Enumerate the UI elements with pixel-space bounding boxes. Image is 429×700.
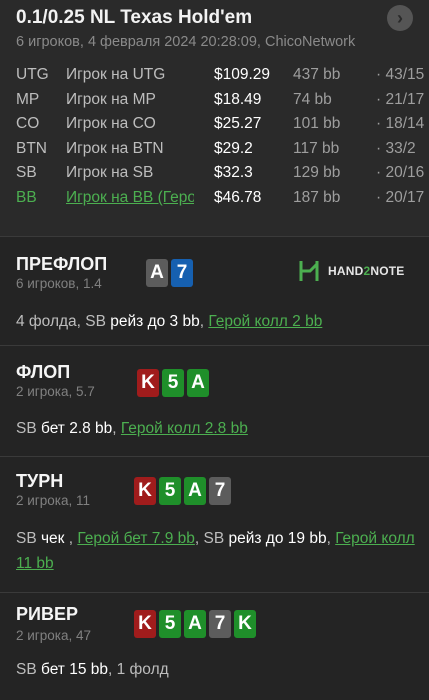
street-title-turn: ТУРН bbox=[16, 471, 64, 491]
hero-action[interactable]: Герой колл 2 bb bbox=[208, 313, 322, 330]
card: A bbox=[187, 369, 209, 397]
action-river: SB бет 15 bb, 1 фолд bbox=[16, 657, 416, 682]
player-row: MP Игрок на MP $18.49 74 bb · 21/17 bbox=[0, 91, 429, 115]
card: 5 bbox=[159, 610, 181, 638]
action-text: SB bbox=[16, 420, 41, 437]
street-sub-turn: 2 игрока, 11 bbox=[16, 493, 90, 508]
cards-flop: K5A bbox=[137, 369, 209, 397]
player-stack-bb: 74 bb bbox=[293, 90, 332, 108]
action-text: , SB bbox=[194, 530, 229, 547]
hero-action[interactable]: Герой колл 2.8 bb bbox=[121, 420, 248, 437]
player-name[interactable]: Игрок на MP bbox=[66, 91, 156, 109]
action-turn: SB чек , Герой бет 7.9 bb, SB рейз до 19… bbox=[16, 526, 416, 576]
action-text: SB bbox=[16, 661, 41, 678]
hand2note-logo: HAND2NOTE bbox=[298, 259, 404, 283]
player-row: CO Игрок на CO $25.27 101 bb · 18/14 bbox=[0, 115, 429, 139]
action-preflop: 4 фолда, SB рейз до 3 bb, Герой колл 2 b… bbox=[16, 309, 416, 334]
opponent-action: рейз до 3 bb bbox=[110, 313, 200, 330]
street-river: РИВЕР 2 игрока, 47 K5A7K SB бет 15 bb, 1… bbox=[0, 593, 429, 700]
player-stack: $25.27 bbox=[214, 115, 262, 133]
hand-subtitle: 6 игроков, 4 февраля 2024 20:28:09, Chic… bbox=[16, 34, 356, 50]
player-stack: $18.49 bbox=[214, 90, 262, 108]
player-stack-bb: 437 bb bbox=[293, 66, 341, 83]
hand2note-logo-text: HAND2NOTE bbox=[328, 264, 405, 278]
player-name[interactable]: Игрок на CO bbox=[66, 115, 156, 133]
player-stats: · 33/2 bbox=[376, 139, 416, 157]
action-text: , bbox=[326, 530, 336, 547]
card: A bbox=[184, 477, 206, 505]
player-stack: $46.78 bbox=[214, 189, 262, 206]
player-stack: $32.3 bbox=[214, 164, 253, 182]
player-name[interactable]: Игрок на BB (Герой) bbox=[66, 189, 194, 207]
street-title-river: РИВЕР bbox=[16, 604, 78, 624]
opponent-action: чек bbox=[40, 530, 65, 547]
action-text: , 1 фолд bbox=[108, 661, 169, 678]
player-name[interactable]: Игрок на UTG bbox=[66, 66, 165, 84]
player-row: SB Игрок на SB $32.3 129 bb · 20/16 bbox=[0, 164, 429, 188]
opponent-action: бет 2.8 bb bbox=[40, 420, 113, 437]
player-stats: · 21/17 bbox=[376, 90, 425, 108]
action-text: 4 фолда, SB bbox=[16, 313, 111, 330]
player-stack-bb: 101 bb bbox=[293, 115, 341, 133]
player-row: BTN Игрок на BTN $29.2 117 bb · 33/2 bbox=[0, 140, 429, 164]
street-preflop: ПРЕФЛОП 6 игроков, 1.4 A7 4 фолда, SB ре… bbox=[0, 237, 429, 345]
street-flop: ФЛОП 2 игрока, 5.7 K5A SB бет 2.8 bb, Ге… bbox=[0, 346, 429, 456]
street-sub-river: 2 игрока, 47 bbox=[16, 628, 91, 643]
player-stack-bb: 129 bb bbox=[293, 164, 341, 182]
cards-preflop: A7 bbox=[146, 259, 193, 287]
player-stats: · 20/16 bbox=[376, 164, 425, 182]
hand-title: 0.1/0.25 NL Texas Hold'em bbox=[16, 7, 253, 28]
player-stack: $109.29 bbox=[214, 66, 271, 83]
player-row: UTG Игрок на UTG $109.29 437 bb · 43/15 bbox=[0, 66, 429, 90]
card: K bbox=[134, 610, 156, 638]
player-position: BB bbox=[16, 189, 37, 206]
player-stats: · 18/14 bbox=[376, 115, 425, 133]
street-sub-flop: 2 игрока, 5.7 bbox=[16, 384, 95, 399]
hand-header: 0.1/0.25 NL Texas Hold'em 6 игроков, 4 ф… bbox=[0, 0, 429, 236]
chevron-right-icon: › bbox=[397, 7, 403, 28]
player-stats: · 43/15 bbox=[376, 66, 425, 83]
action-text: , bbox=[64, 530, 78, 547]
player-stack: $29.2 bbox=[214, 139, 253, 157]
opponent-action: бет 15 bb bbox=[40, 661, 108, 678]
card: 7 bbox=[171, 259, 193, 287]
card: A bbox=[184, 610, 206, 638]
player-stack-bb: 187 bb bbox=[293, 189, 341, 206]
card: K bbox=[134, 477, 156, 505]
player-name[interactable]: Игрок на SB bbox=[66, 164, 153, 182]
player-stats: · 20/17 bbox=[376, 189, 425, 206]
card: 7 bbox=[209, 610, 231, 638]
street-sub-preflop: 6 игроков, 1.4 bbox=[16, 276, 102, 291]
player-position: UTG bbox=[16, 66, 49, 83]
opponent-action: рейз до 19 bb bbox=[228, 530, 327, 547]
player-position: MP bbox=[16, 90, 40, 108]
action-flop: SB бет 2.8 bb, Герой колл 2.8 bb bbox=[16, 416, 416, 441]
player-position: SB bbox=[16, 164, 37, 182]
player-row-hero: BB Игрок на BB (Герой) $46.78 187 bb · 20/17 bbox=[0, 189, 429, 213]
hero-action[interactable]: Герой бет 7.9 bb bbox=[77, 530, 195, 547]
street-title-preflop: ПРЕФЛОП bbox=[16, 254, 108, 274]
action-text: SB bbox=[16, 530, 41, 547]
player-position: BTN bbox=[16, 139, 47, 157]
cards-river: K5A7K bbox=[134, 610, 256, 638]
street-title-flop: ФЛОП bbox=[16, 362, 71, 382]
next-hand-button[interactable]: › bbox=[387, 5, 413, 31]
street-turn: ТУРН 2 игрока, 11 K5A7 SB чек , Герой бе… bbox=[0, 457, 429, 592]
card: K bbox=[137, 369, 159, 397]
player-name[interactable]: Игрок на BTN bbox=[66, 140, 164, 158]
card: A bbox=[146, 259, 168, 287]
cards-turn: K5A7 bbox=[134, 477, 231, 505]
hand2note-logo-icon bbox=[299, 261, 319, 281]
player-stack-bb: 117 bb bbox=[293, 139, 340, 157]
card: K bbox=[234, 610, 256, 638]
action-text: , bbox=[112, 420, 121, 437]
player-position: CO bbox=[16, 115, 40, 133]
card: 5 bbox=[159, 477, 181, 505]
card: 7 bbox=[209, 477, 231, 505]
card: 5 bbox=[162, 369, 184, 397]
